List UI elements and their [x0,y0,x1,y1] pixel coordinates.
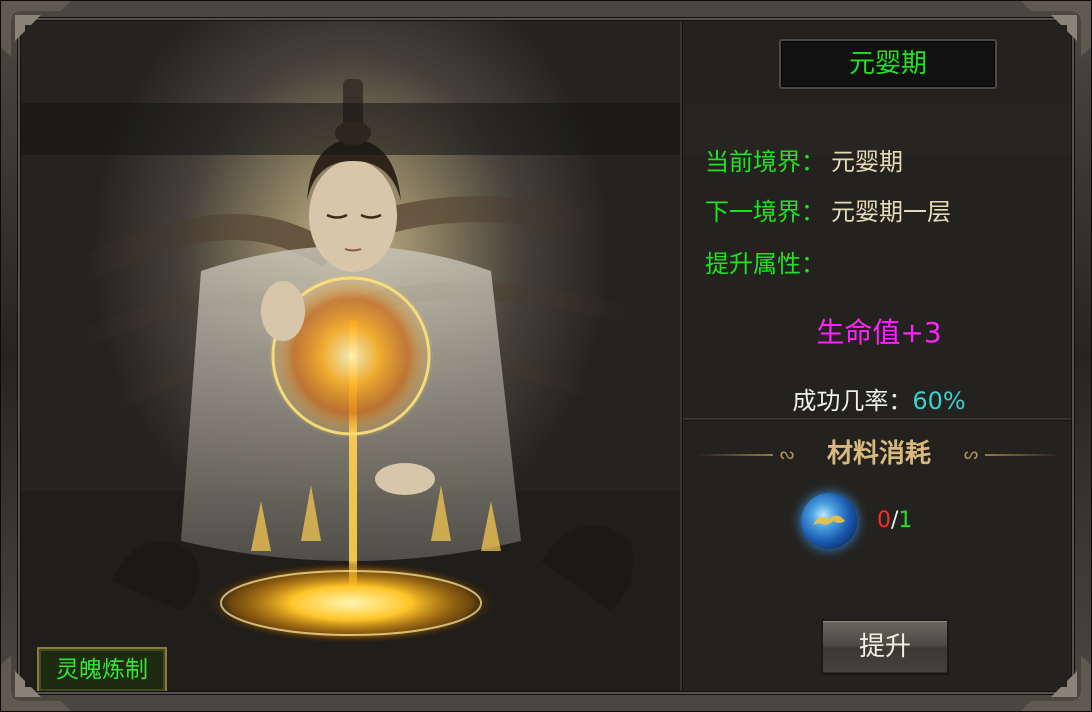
current-realm-label: 当前境界： [705,148,825,176]
material-have: 0 [877,508,891,533]
next-realm-label: 下一境界： [705,198,825,226]
success-rate-value: 60% [912,387,966,415]
art-shadow-band [21,103,680,155]
next-realm-value: 元婴期一层 [831,198,951,226]
header-line-right [985,454,1061,456]
attribute-row: 提升属性： [705,249,825,279]
current-realm-row: 当前境界： 元婴期 [705,147,903,177]
attribute-bonus: 生命值+3 [816,316,942,349]
current-realm-value: 元婴期 [831,148,903,176]
material-count: 0/1 [877,507,912,535]
material-header: ᔓ 材料消耗 ᔕ [683,436,1075,472]
upgrade-button[interactable]: 提升 [821,619,949,675]
soul-refine-button[interactable]: 灵魄炼制 [37,647,167,693]
success-rate-label: 成功几率： [792,387,913,415]
attribute-label: 提升属性： [705,250,825,278]
realm-title: 元婴期 [779,39,997,89]
next-realm-row: 下一境界： 元婴期一层 [705,197,951,227]
swirl-ornament-icon: ᔕ [963,444,979,463]
realm-window: 元婴期 当前境界： 元婴期 下一境界： 元婴期一层 提升属性： 生命值+3 成功几率… [0,0,1092,712]
material-need: 1 [898,508,913,533]
section-divider [683,418,1075,421]
cultivator-artwork [21,21,680,695]
success-rate-row: 成功几率：60% [683,381,1075,416]
cloud-swirl-icon [813,515,845,525]
realm-info-panel: 元婴期 当前境界： 元婴期 下一境界： 元婴期一层 提升属性： 生命值+3 成功几率… [683,21,1075,695]
blue-cloud-orb-icon[interactable] [801,493,857,549]
